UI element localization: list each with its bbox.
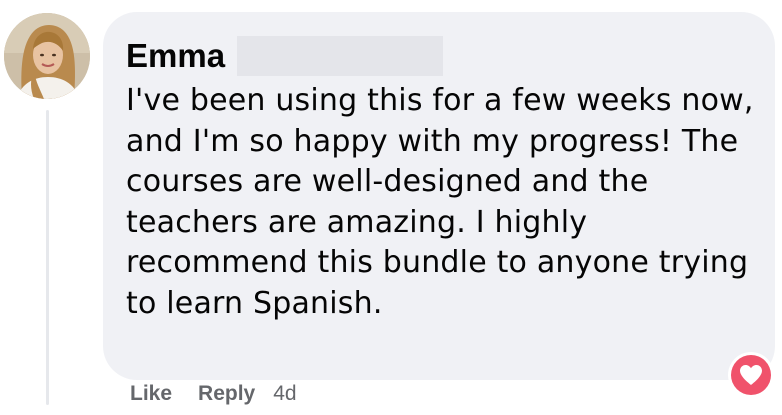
comment-actions: Like Reply 4d [130, 380, 297, 408]
comment-text: I've been using this for a few weeks now… [126, 83, 754, 321]
author-name[interactable]: Emma [126, 34, 225, 78]
redacted-surname [237, 36, 444, 76]
reply-button[interactable]: Reply [198, 382, 255, 406]
reaction-badge[interactable] [728, 352, 774, 398]
heart-icon [740, 365, 762, 385]
thread-line [46, 110, 49, 405]
avatar-photo [4, 13, 90, 99]
avatar[interactable] [4, 13, 90, 99]
comment-header: Emma [126, 34, 444, 78]
comment-timestamp[interactable]: 4d [273, 382, 296, 406]
reaction-circle [731, 355, 771, 395]
like-button[interactable]: Like [130, 382, 172, 406]
